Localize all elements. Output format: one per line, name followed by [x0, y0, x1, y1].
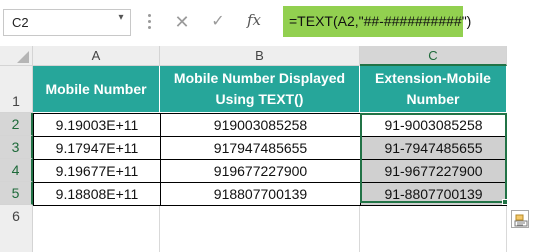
formula-input[interactable]: =TEXT(A2,"##-##########")	[283, 6, 471, 37]
cancel-icon[interactable]: ✕	[174, 12, 190, 32]
insert-function-icon[interactable]: fx	[247, 11, 265, 33]
row-header-3[interactable]: 3	[0, 136, 33, 159]
enter-icon[interactable]: ✓	[210, 12, 226, 32]
row-header-1[interactable]: 1	[0, 66, 33, 113]
select-all-triangle-icon	[17, 51, 29, 63]
cell-c6[interactable]	[360, 206, 507, 252]
header-cell-displayed[interactable]: Mobile Number Displayed Using TEXT()	[160, 66, 360, 113]
header-line-2: Using TEXT()	[215, 91, 304, 107]
cell-a5[interactable]: 9.18808E+11	[33, 182, 161, 206]
header-line-1: Mobile Number	[45, 81, 147, 97]
header-line-1: Mobile Number Displayed	[173, 70, 346, 86]
cell-a4[interactable]: 9.19677E+11	[33, 159, 161, 183]
cell-b4[interactable]: 919677227900	[160, 159, 361, 183]
cell-b3[interactable]: 917947485655	[160, 136, 361, 160]
fill-handle[interactable]	[502, 199, 508, 205]
name-box[interactable]: C2	[3, 9, 131, 36]
row-header-4[interactable]: 4	[0, 159, 33, 182]
column-header-a[interactable]: A	[33, 46, 160, 66]
header-cell-mobile-number[interactable]: Mobile Number	[33, 66, 160, 113]
header-cell-extension[interactable]: Extension-Mobile Number	[360, 66, 507, 113]
column-header-c[interactable]: C	[360, 46, 507, 66]
cell-a3[interactable]: 9.17947E+11	[33, 136, 161, 160]
cell-a6[interactable]	[33, 206, 160, 252]
divider-dots-icon	[148, 14, 152, 32]
column-header-b[interactable]: B	[160, 46, 360, 66]
row-header-5[interactable]: 5	[0, 182, 33, 205]
cell-b2[interactable]: 919003085258	[160, 113, 361, 137]
selection-range	[360, 113, 507, 203]
cell-b5[interactable]: 918807700139	[160, 182, 361, 206]
row-header-6[interactable]: 6	[0, 205, 33, 252]
row-header-2[interactable]: 2	[0, 113, 33, 136]
cell-a2[interactable]: 9.19003E+11	[33, 113, 161, 137]
cell-b6[interactable]	[160, 206, 360, 252]
header-line-2: Number	[406, 91, 460, 107]
chevron-down-icon[interactable]: ▾	[114, 12, 128, 30]
header-line-1: Extension-Mobile	[375, 70, 491, 86]
quick-analysis-icon[interactable]	[511, 210, 529, 228]
